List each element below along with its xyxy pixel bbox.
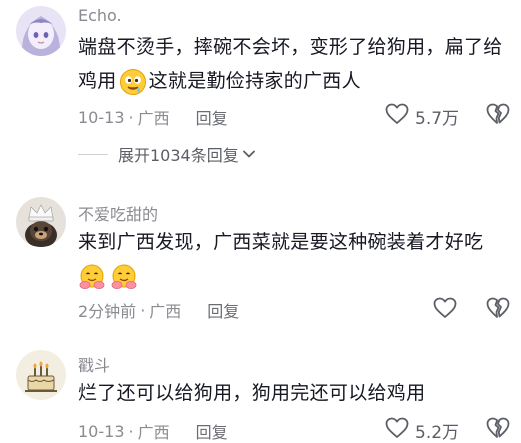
comment-text: 烂了还可以给狗用，狗用完还可以给鸡用 xyxy=(78,376,510,410)
dislike-button[interactable] xyxy=(486,103,510,129)
comment-text-body: 来到广西发现，广西菜就是要这种碗装着才好吃 xyxy=(78,231,484,253)
hugging-face-emoji-icon xyxy=(78,263,106,291)
hugging-face-emoji-icon xyxy=(110,263,138,291)
divider-line xyxy=(78,153,108,155)
comment-meta: 10-13 · 广西 回复 xyxy=(78,419,228,443)
reply-button[interactable]: 回复 xyxy=(196,419,228,443)
username[interactable]: 戳斗 xyxy=(78,352,110,376)
chevron-down-icon xyxy=(242,150,255,158)
comment-location: 广西 xyxy=(137,109,170,128)
comment-text-part2: 这就是勤俭持家的广西人 xyxy=(148,70,361,92)
comment-time: 10-13 xyxy=(78,421,125,441)
comment-location: 广西 xyxy=(137,423,170,442)
comment-meta: 10-13 · 广西 回复 xyxy=(78,105,228,129)
avatar[interactable] xyxy=(16,350,66,400)
separator-dot: · xyxy=(140,300,146,320)
expand-replies-label: 展开1034条回复 xyxy=(118,146,239,165)
comment-time: 10-13 xyxy=(78,107,125,127)
comment-time: 2分钟前 xyxy=(78,302,137,321)
broken-heart-icon xyxy=(486,297,510,323)
like-button[interactable] xyxy=(433,297,457,323)
broken-heart-icon xyxy=(486,103,510,129)
dislike-button[interactable] xyxy=(486,297,510,323)
heart-icon xyxy=(385,417,409,443)
separator-dot: · xyxy=(128,421,134,441)
reply-button[interactable]: 回复 xyxy=(207,298,239,322)
like-button[interactable]: 5.2万 xyxy=(385,417,459,443)
comment-text: 来到广西发现，广西菜就是要这种碗装着才好吃 xyxy=(78,225,510,293)
dog-with-hat-avatar-icon xyxy=(16,197,66,247)
drooling-face-emoji-icon xyxy=(119,68,147,96)
heart-icon xyxy=(433,297,457,323)
separator-dot: · xyxy=(128,107,134,127)
username[interactable]: Echo. xyxy=(78,6,122,25)
avatar[interactable] xyxy=(16,6,66,56)
comment-meta: 2分钟前 · 广西 回复 xyxy=(78,298,239,322)
broken-heart-icon xyxy=(486,417,510,443)
like-button[interactable]: 5.7万 xyxy=(385,103,459,129)
comment-text: 端盘不烫手，摔碗不会坏，变形了给狗用，扁了给鸡用 这就是勤俭持家的广西人 xyxy=(78,30,510,98)
comment-location: 广西 xyxy=(149,302,182,321)
expand-replies-button[interactable]: 展开1034条回复 xyxy=(78,142,255,166)
reply-button[interactable]: 回复 xyxy=(196,105,228,129)
dislike-button[interactable] xyxy=(486,417,510,443)
birthday-cake-avatar-icon xyxy=(16,350,66,400)
username[interactable]: 不爱吃甜的 xyxy=(78,201,158,225)
avatar[interactable] xyxy=(16,197,66,247)
heart-icon xyxy=(385,103,409,129)
comment-text-body: 烂了还可以给狗用，狗用完还可以给鸡用 xyxy=(78,382,426,404)
anime-girl-avatar-icon xyxy=(16,6,66,56)
like-count: 5.7万 xyxy=(415,108,460,129)
